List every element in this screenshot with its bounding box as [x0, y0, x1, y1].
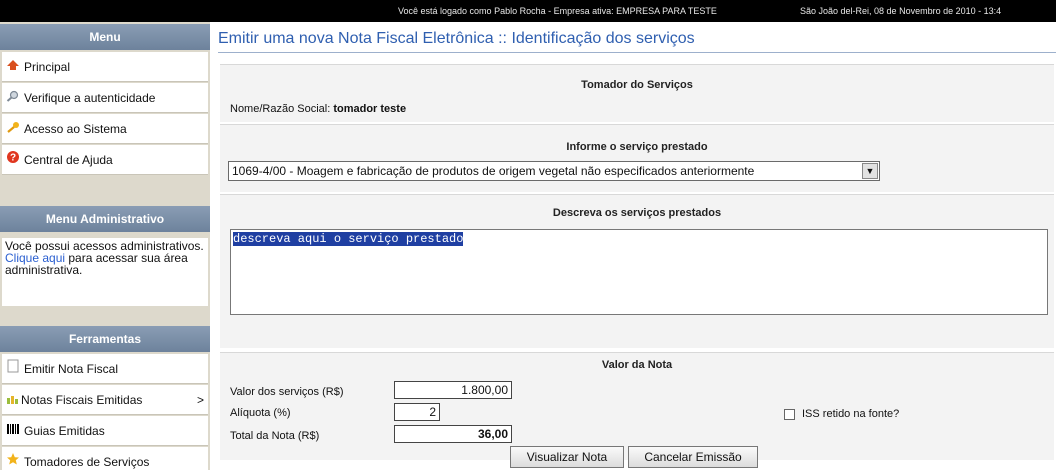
iss-label: ISS retido na fonte?	[802, 408, 900, 420]
servicos-label: Valor dos serviços (R$)	[230, 386, 344, 398]
aliquota-label: Alíquota (%)	[230, 407, 291, 419]
tomador-name-label: Nome/Razão Social:	[230, 103, 334, 115]
valor-header: Valor da Nota	[601, 359, 673, 371]
sidebar-item-acesso[interactable]: Acesso ao Sistema	[2, 114, 208, 144]
tools-header: Ferramentas	[0, 326, 210, 352]
key-icon	[5, 114, 21, 143]
sidebar-item-label: Principal	[24, 60, 71, 74]
descricao-panel: Descreva os serviços prestados descreva …	[220, 194, 1054, 348]
sidebar-item-label: Tomadores de Serviços	[24, 455, 150, 469]
submenu-arrow: >	[196, 393, 204, 407]
descricao-header: Descreva os serviços prestados	[552, 207, 722, 219]
sidebar-item-label: Notas Fiscais Emitidas	[21, 393, 143, 407]
valor-panel: Valor da Nota Valor dos serviços (R$) 1.…	[220, 352, 1054, 460]
admin-message: Você possui acessos administrativos. Cli…	[2, 238, 208, 306]
sidebar-item-label: Emitir Nota Fiscal	[24, 362, 119, 376]
sidebar-item-label: Central de Ajuda	[24, 153, 113, 167]
main-content: Emitir uma nova Nota Fiscal Eletrônica :…	[218, 22, 1056, 470]
total-label: Total da Nota (R$)	[230, 430, 320, 442]
bar-chart-icon	[5, 385, 21, 414]
sidebar-item-label: Guias Emitidas	[24, 424, 105, 438]
servico-selected-value: 1069-4/00 - Moagem e fabricação de produ…	[232, 164, 755, 178]
sidebar: Menu Principal Verifique a autenticidade…	[0, 22, 210, 470]
tomador-header: Tomador do Serviços	[581, 79, 693, 91]
sidebar-item-label: Acesso ao Sistema	[24, 122, 127, 136]
cancel-button[interactable]: Cancelar Emissão	[628, 446, 758, 468]
sidebar-item-autenticidade[interactable]: Verifique a autenticidade	[2, 83, 208, 113]
servico-panel: Informe o serviço prestado 1069-4/00 - M…	[220, 124, 1054, 192]
tomador-name-value: tomador teste	[333, 103, 407, 115]
barcode-icon	[5, 416, 21, 445]
iss-checkbox[interactable]	[784, 409, 795, 420]
title-divider	[218, 52, 1056, 53]
aliquota-input[interactable]: 2	[394, 403, 440, 421]
login-info: Você está logado como Pablo Rocha - Empr…	[398, 6, 717, 16]
sidebar-item-label: Verifique a autenticidade	[24, 91, 156, 105]
descricao-text: descreva aqui o serviço prestado	[233, 232, 464, 246]
top-status-bar: Você está logado como Pablo Rocha - Empr…	[0, 0, 1056, 22]
star-icon	[5, 447, 21, 470]
servico-header: Informe o serviço prestado	[566, 141, 708, 153]
document-icon	[5, 354, 21, 383]
descricao-textarea[interactable]: descreva aqui o serviço prestado	[230, 229, 1048, 315]
servico-select[interactable]: 1069-4/00 - Moagem e fabricação de produ…	[228, 161, 880, 181]
svg-text:?: ?	[10, 153, 16, 164]
help-icon: ?	[5, 145, 21, 174]
page-title: Emitir uma nova Nota Fiscal Eletrônica :…	[218, 30, 695, 47]
location-date: São João del-Rei, 08 de Novembro de 2010…	[800, 6, 1002, 16]
servicos-input[interactable]: 1.800,00	[394, 381, 512, 399]
preview-button[interactable]: Visualizar Nota	[510, 446, 624, 468]
chevron-down-icon[interactable]: ▼	[862, 163, 878, 179]
menu-header: Menu	[0, 24, 210, 50]
sidebar-item-guias[interactable]: Guias Emitidas	[2, 416, 208, 446]
sidebar-item-tomadores[interactable]: Tomadores de Serviços	[2, 447, 208, 470]
sidebar-item-principal[interactable]: Principal	[2, 52, 208, 82]
admin-menu-header: Menu Administrativo	[0, 206, 210, 232]
home-icon	[5, 52, 21, 81]
tomador-name-row: Nome/Razão Social: tomador teste	[230, 103, 406, 115]
tomador-panel: Tomador do Serviços Nome/Razão Social: t…	[220, 64, 1054, 122]
sidebar-item-ajuda[interactable]: ? Central de Ajuda	[2, 145, 208, 175]
sidebar-item-notas-emitidas[interactable]: Notas Fiscais Emitidas >	[2, 385, 208, 415]
sidebar-item-emitir[interactable]: Emitir Nota Fiscal	[2, 354, 208, 384]
total-value: 36,00	[394, 425, 512, 443]
magnifier-icon	[5, 83, 21, 112]
